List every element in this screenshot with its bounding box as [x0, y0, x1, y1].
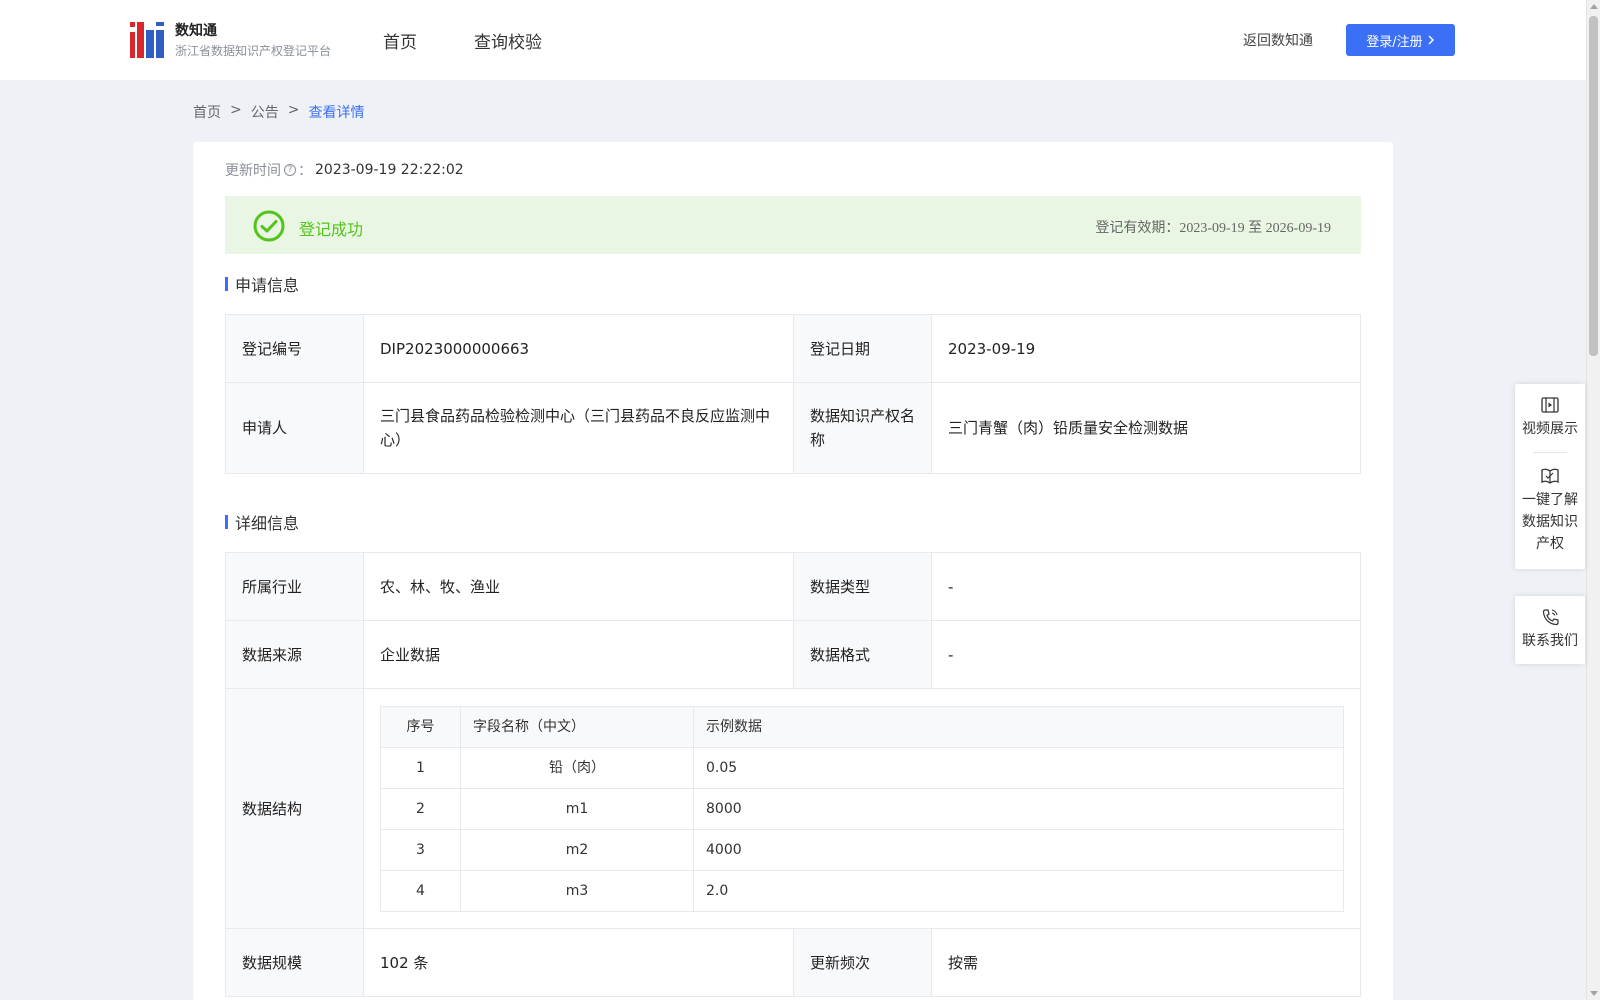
applicant-value: 三门县食品药品检验检测中心（三门县药品不良反应监测中心）	[363, 382, 794, 474]
ip-name-value: 三门青蟹（肉）铅质量安全检测数据	[931, 382, 1361, 474]
detail-info-table: 所属行业 农、林、牧、渔业 数据类型 - 数据来源 企业数据 数据格式 - 数据…	[225, 552, 1361, 997]
column-header-index: 序号	[380, 705, 461, 748]
structure-cell-index: 1	[380, 746, 461, 789]
data-structure-label: 数据结构	[225, 688, 364, 929]
structure-cell-field: m3	[460, 869, 694, 912]
detail-card: 更新时间 ? ： 2023-09-19 22:22:02 登记成功 登记有效期：…	[193, 142, 1393, 1000]
data-source-value: 企业数据	[363, 620, 794, 689]
table-row: 数据来源 企业数据 数据格式 -	[225, 620, 1361, 689]
table-row: 数据结构 序号 字段名称（中文） 示例数据 1 铅（肉） 0.05 2 m1 8…	[225, 688, 1361, 929]
breadcrumb-home[interactable]: 首页	[193, 102, 221, 122]
registration-date-label: 登记日期	[793, 314, 932, 383]
learn-data-ip-label: 一键了解数据知识产权	[1522, 492, 1578, 552]
learn-data-ip-button[interactable]: 一键了解数据知识产权	[1515, 453, 1585, 569]
column-header-field-name: 字段名称（中文）	[460, 705, 694, 748]
structure-cell-field: m1	[460, 787, 694, 830]
table-row: 4 m3 2.0	[380, 869, 1344, 912]
registration-number-value: DIP2023000000663	[363, 314, 794, 383]
contact-us-label: 联系我们	[1522, 633, 1578, 649]
data-type-label: 数据类型	[793, 552, 932, 621]
breadcrumb-current: 查看详情	[308, 105, 365, 121]
update-time-label: 更新时间	[225, 163, 281, 179]
update-frequency-label: 更新频次	[793, 928, 932, 997]
update-time-colon: ：	[298, 163, 312, 179]
update-frequency-value: 按需	[931, 928, 1361, 997]
data-type-value: -	[931, 552, 1361, 621]
status-text: 登记成功	[299, 220, 364, 239]
table-row: 申请人 三门县食品药品检验检测中心（三门县药品不良反应监测中心） 数据知识产权名…	[225, 382, 1361, 474]
ip-name-label: 数据知识产权名称	[793, 382, 932, 474]
brand-name: 数知通	[175, 23, 217, 39]
industry-value: 农、林、牧、渔业	[363, 552, 794, 621]
structure-cell-index: 4	[380, 869, 461, 912]
structure-cell-sample: 4000	[693, 828, 1344, 871]
top-header: 数知通 浙江省数据知识产权登记平台 首页 查询校验 返回数知通 登录/注册	[0, 0, 1586, 80]
check-circle-icon	[253, 210, 285, 242]
column-header-sample-data: 示例数据	[693, 705, 1344, 748]
video-film-icon	[1541, 397, 1559, 413]
scrollbar-thumb[interactable]	[1589, 16, 1598, 356]
structure-cell-index: 3	[380, 828, 461, 871]
structure-header-row: 序号 字段名称（中文） 示例数据	[380, 705, 1344, 748]
section-title-detail: 详细信息	[225, 510, 299, 534]
update-time-row: 更新时间 ? ： 2023-09-19 22:22:02	[225, 160, 464, 180]
industry-label: 所属行业	[225, 552, 364, 621]
back-to-shuzhitong-link[interactable]: 返回数知通	[1243, 30, 1313, 50]
login-register-button[interactable]: 登录/注册	[1346, 24, 1455, 56]
table-row: 数据规模 102 条 更新频次 按需	[225, 928, 1361, 997]
structure-cell-sample: 2.0	[693, 869, 1344, 912]
validity-period: 登记有效期：2023-09-19 至 2026-09-19	[1095, 217, 1331, 237]
brand-logo-icon[interactable]	[130, 22, 166, 58]
nav-home[interactable]: 首页	[383, 28, 417, 53]
breadcrumb-separator: >	[287, 102, 300, 118]
nav-query-verify[interactable]: 查询校验	[474, 28, 542, 53]
structure-cell-field: m2	[460, 828, 694, 871]
side-panel-contact: 联系我们	[1515, 596, 1585, 664]
structure-cell-index: 2	[380, 787, 461, 830]
table-row: 所属行业 农、林、牧、渔业 数据类型 -	[225, 552, 1361, 621]
table-row: 1 铅（肉） 0.05	[380, 746, 1344, 789]
registration-date-value: 2023-09-19	[931, 314, 1361, 383]
registration-number-label: 登记编号	[225, 314, 364, 383]
phone-icon	[1542, 609, 1559, 626]
chevron-right-icon	[1428, 35, 1434, 45]
data-scale-label: 数据规模	[225, 928, 364, 997]
application-info-table: 登记编号 DIP2023000000663 登记日期 2023-09-19 申请…	[225, 314, 1361, 474]
data-format-label: 数据格式	[793, 620, 932, 689]
question-help-icon[interactable]: ?	[284, 164, 296, 176]
structure-cell-field: 铅（肉）	[460, 746, 694, 789]
table-row: 登记编号 DIP2023000000663 登记日期 2023-09-19	[225, 314, 1361, 383]
section-title-application: 申请信息	[225, 272, 299, 296]
validity-label: 登记有效期：	[1095, 220, 1180, 236]
scroll-down-arrow-icon[interactable]	[1590, 991, 1598, 996]
side-panel-main: 视频展示 一键了解数据知识产权	[1515, 384, 1585, 569]
structure-cell-sample: 8000	[693, 787, 1344, 830]
open-book-icon	[1541, 468, 1559, 484]
video-showcase-label: 视频展示	[1522, 421, 1578, 437]
table-row: 3 m2 4000	[380, 828, 1344, 871]
video-showcase-button[interactable]: 视频展示	[1515, 384, 1585, 452]
data-structure-table: 序号 字段名称（中文） 示例数据 1 铅（肉） 0.05 2 m1 8000 3…	[380, 705, 1344, 912]
data-structure-cell: 序号 字段名称（中文） 示例数据 1 铅（肉） 0.05 2 m1 8000 3…	[363, 688, 1361, 929]
update-time-value: 2023-09-19 22:22:02	[315, 162, 464, 178]
breadcrumb-separator: >	[230, 102, 242, 118]
page-scrollbar[interactable]	[1586, 0, 1600, 1000]
registration-status-banner: 登记成功 登记有效期：2023-09-19 至 2026-09-19	[225, 196, 1361, 254]
applicant-label: 申请人	[225, 382, 364, 474]
scroll-up-arrow-icon[interactable]	[1590, 4, 1598, 9]
breadcrumb: 首页 > 公告 > 查看详情	[193, 102, 364, 122]
data-scale-value: 102 条	[363, 928, 794, 997]
data-source-label: 数据来源	[225, 620, 364, 689]
structure-cell-sample: 0.05	[693, 746, 1344, 789]
contact-us-button[interactable]: 联系我们	[1515, 596, 1585, 664]
table-row: 2 m1 8000	[380, 787, 1344, 830]
brand-subtitle: 浙江省数据知识产权登记平台	[175, 44, 332, 58]
breadcrumb-announcement[interactable]: 公告	[251, 102, 279, 122]
data-format-value: -	[931, 620, 1361, 689]
validity-value: 2023-09-19 至 2026-09-19	[1179, 221, 1331, 236]
login-register-label: 登录/注册	[1366, 34, 1423, 50]
